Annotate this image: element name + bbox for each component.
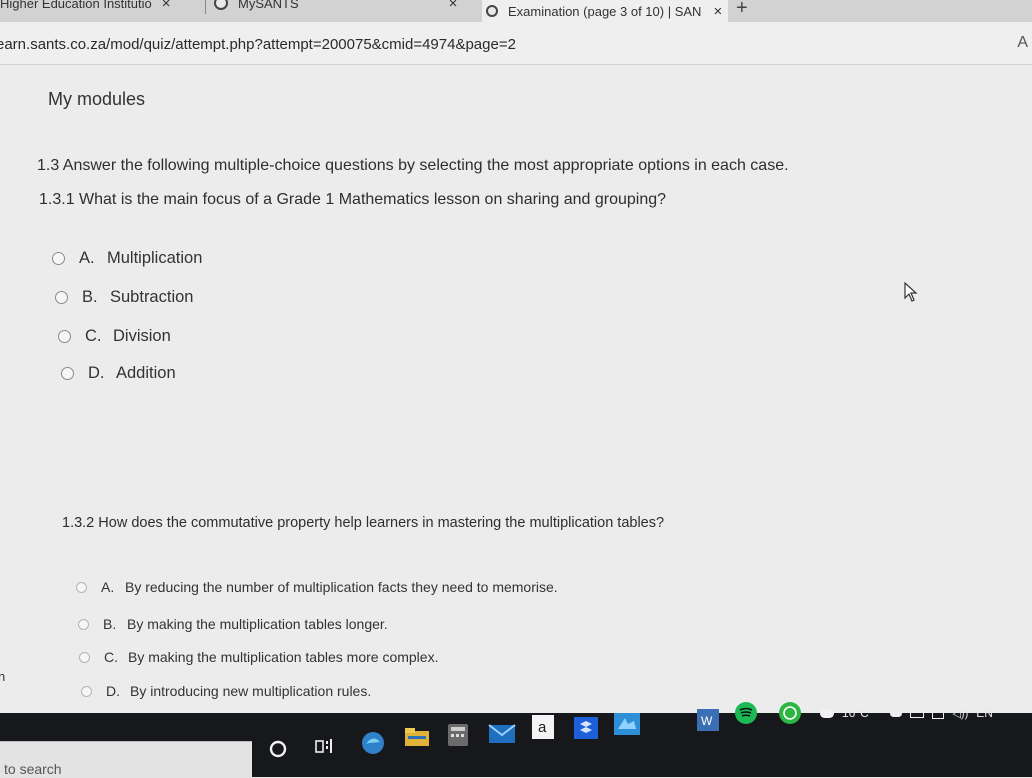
onedrive-cloud-icon[interactable] [890,709,903,717]
option-text: By introducing new multiplication rules. [130,683,372,699]
option-letter: A. [79,249,95,267]
reader-mode-icon[interactable]: A [1017,34,1028,52]
url-text[interactable]: earn.sants.co.za/mod/quiz/attempt.php?at… [0,36,516,53]
examination-favicon-icon [486,5,498,17]
close-icon[interactable]: × [713,3,722,20]
volume-icon[interactable]: ◁)) [952,707,968,720]
question-1-text: 1.3.1 What is the main focus of a Grade … [39,191,667,208]
question-2-text: 1.3.2 How does the commutative property … [62,515,665,531]
edge-icon[interactable] [360,730,386,756]
file-explorer-icon[interactable] [404,727,430,747]
network-icon[interactable] [932,707,945,719]
spotify-icon[interactable] [734,701,758,725]
mouse-cursor-icon [904,282,918,302]
calculator-icon[interactable] [447,723,469,747]
option-letter: C. [104,649,118,665]
quiz-page: My modules 1.3 Answer the following mult… [0,65,1032,713]
question-2-option-d[interactable]: D. By introducing new multiplication rul… [81,683,371,699]
radio-button[interactable] [76,581,87,593]
close-icon[interactable]: × [162,0,171,12]
option-text: Subtraction [110,288,194,306]
whatsapp-icon[interactable] [778,701,802,725]
option-letter: B. [82,288,98,306]
task-view-icon[interactable] [314,737,334,757]
new-tab-button[interactable]: + [736,0,748,20]
question-2-option-b[interactable]: B. By making the multiplication tables l… [78,616,388,632]
option-text: By making the multiplication tables more… [128,649,439,665]
question-1-option-b[interactable]: B. Subtraction [55,288,193,307]
option-text: Division [113,327,171,345]
radio-button[interactable] [78,618,89,630]
tab-mysants[interactable]: MySANTS × [214,0,457,14]
tab-divider [205,0,206,14]
cortana-icon[interactable] [268,739,288,759]
tab-label: Higher Education Institutio [0,0,152,11]
mail-icon[interactable] [488,723,516,745]
windows-taskbar: to search a W 16°C ^ ◁)) EN [0,702,1032,778]
svg-text:W: W [701,714,713,728]
tab-label: Examination (page 3 of 10) | SAN [508,3,702,19]
section-intro: 1.3 Answer the following multiple-choice… [37,157,789,174]
tab-examination[interactable]: Examination (page 3 of 10) | SAN × [482,0,728,22]
option-letter: D. [106,683,120,699]
option-text: By reducing the number of multiplication… [125,579,558,595]
close-icon[interactable]: × [449,0,458,12]
tab-higher-education[interactable]: Higher Education Institutio × [0,0,171,14]
taskbar-search-box[interactable]: to search [0,741,252,778]
my-modules-link[interactable]: My modules [48,89,145,110]
chevron-up-icon[interactable]: ^ [877,706,883,720]
option-letter: A. [101,579,115,595]
dropbox-icon[interactable] [574,717,598,739]
weather-temperature[interactable]: 16°C [842,706,869,720]
edge-text-fragment: n [0,669,6,684]
search-placeholder: to search [4,761,62,777]
question-2-option-a[interactable]: A. By reducing the number of multiplicat… [76,579,558,595]
radio-button[interactable] [61,367,74,380]
question-1-option-d[interactable]: D. Addition [61,364,176,383]
radio-button[interactable] [81,685,92,697]
word-icon[interactable]: W [697,709,719,731]
battery-icon[interactable] [910,708,925,718]
system-tray: 16°C ^ ◁)) EN [820,701,1032,725]
option-letter: D. [88,364,105,382]
option-text: By making the multiplication tables long… [127,616,388,632]
question-1-option-a[interactable]: A. Multiplication [52,249,202,268]
question-1-option-c[interactable]: C. Division [58,327,171,346]
language-indicator[interactable]: EN [976,706,993,720]
radio-button[interactable] [52,252,65,265]
radio-button[interactable] [58,330,71,343]
browser-tab-bar: Higher Education Institutio × MySANTS × … [0,0,1032,22]
option-text: Multiplication [107,249,203,267]
radio-button[interactable] [55,291,68,304]
mysants-favicon-icon [214,0,228,10]
option-text: Addition [116,364,176,382]
tab-label: MySANTS [238,0,299,11]
option-letter: B. [103,616,117,632]
svg-text:a: a [538,719,547,736]
amazon-icon[interactable]: a [532,715,554,739]
weather-cloud-icon[interactable] [820,708,834,718]
azure-icon[interactable] [614,713,640,735]
address-bar[interactable]: earn.sants.co.za/mod/quiz/attempt.php?at… [0,22,1032,65]
radio-button[interactable] [79,651,90,663]
question-2-option-c[interactable]: C. By making the multiplication tables m… [79,649,438,665]
option-letter: C. [85,327,102,345]
